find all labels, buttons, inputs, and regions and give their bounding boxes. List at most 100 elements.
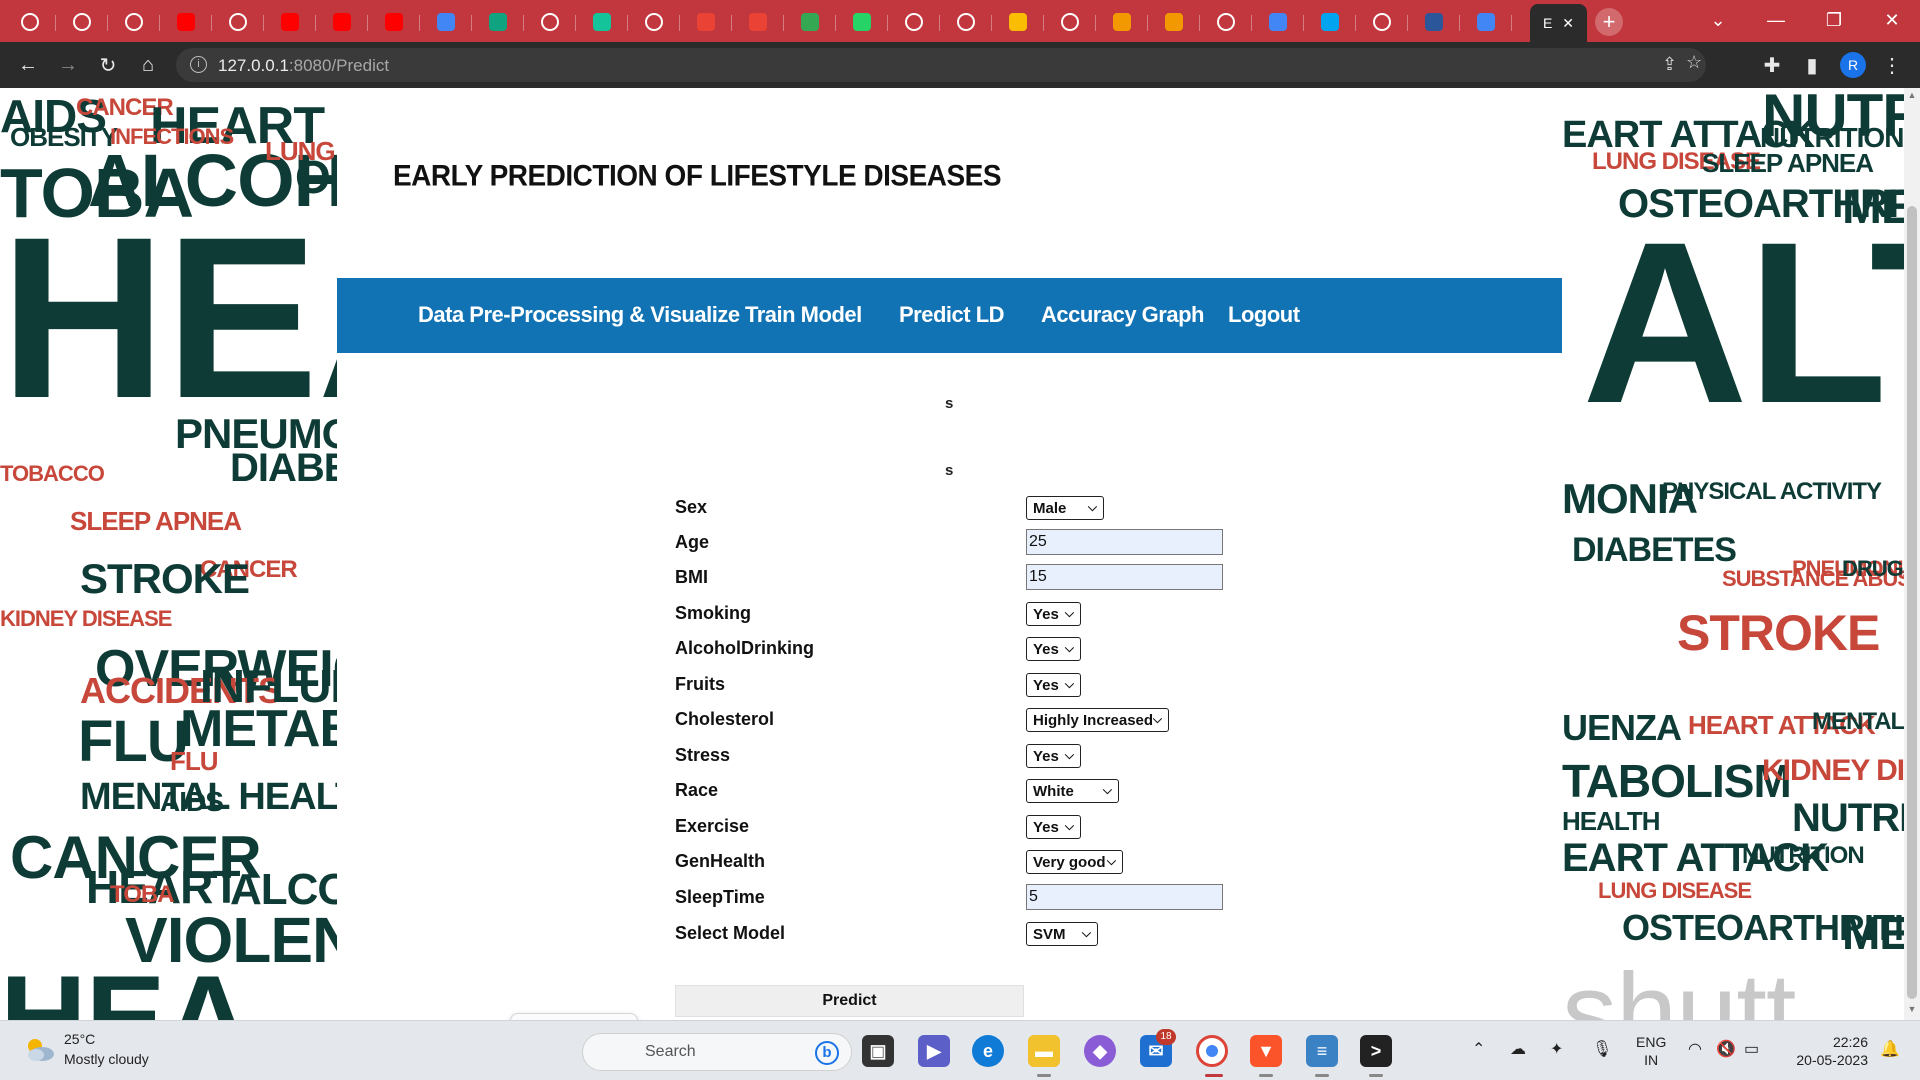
copilot-icon[interactable]: ◆ — [1084, 1035, 1116, 1067]
browser-tab[interactable] — [992, 5, 1044, 39]
race-select[interactable]: White ⌵ — [1026, 779, 1119, 803]
reload-button[interactable]: ↻ — [94, 51, 122, 79]
browser-tab[interactable] — [732, 5, 784, 39]
stress-select[interactable]: Yes ⌵ — [1026, 744, 1081, 768]
microphone-icon[interactable]: 🎙 — [1592, 1039, 1612, 1059]
age-input[interactable]: 25 — [1026, 529, 1223, 555]
tab-search-icon[interactable]: ⌄ — [1690, 0, 1746, 40]
browser-tab[interactable] — [888, 5, 940, 39]
site-info-icon[interactable]: i — [190, 56, 207, 73]
nav-accuracy-graph[interactable]: Accuracy Graph — [1041, 302, 1204, 328]
browser-tab[interactable] — [524, 5, 576, 39]
minimize-button[interactable]: — — [1748, 0, 1804, 40]
browser-tab[interactable] — [1356, 5, 1408, 39]
browser-tab[interactable] — [316, 5, 368, 39]
browser-tab[interactable] — [628, 5, 680, 39]
tray-overflow-icon[interactable]: ⌃ — [1472, 1039, 1485, 1059]
browser-tab[interactable] — [784, 5, 836, 39]
language-indicator[interactable]: ENG IN — [1636, 1033, 1666, 1069]
browser-tab[interactable] — [212, 5, 264, 39]
browser-tab[interactable] — [56, 5, 108, 39]
browser-tab[interactable] — [472, 5, 524, 39]
scroll-down-icon[interactable]: ▼ — [1904, 1004, 1920, 1018]
browser-tab[interactable] — [160, 5, 212, 39]
chrome-tab-icon — [125, 13, 143, 31]
mail-badge: 18 — [1156, 1029, 1176, 1045]
browser-tab[interactable] — [940, 5, 992, 39]
terminal-icon[interactable]: > — [1360, 1035, 1392, 1067]
scroll-up-icon[interactable]: ▲ — [1904, 90, 1920, 104]
browser-tab[interactable] — [4, 5, 56, 39]
browser-tab[interactable] — [1304, 5, 1356, 39]
browser-tab[interactable] — [1252, 5, 1304, 39]
close-window-button[interactable]: ✕ — [1864, 0, 1920, 40]
close-tab-icon[interactable]: ✕ — [1562, 15, 1574, 32]
browser-tab[interactable] — [1044, 5, 1096, 39]
nav-predict-ld[interactable]: Predict LD — [899, 302, 1005, 328]
nav-train-model[interactable]: Train Model — [745, 302, 862, 328]
alcohol-drinking-select[interactable]: Yes ⌵ — [1026, 637, 1081, 661]
system-clock[interactable]: 22:26 20-05-2023 — [1786, 1033, 1868, 1069]
address-bar[interactable]: i 127.0.0.1:8080/Predict ⇪ ☆ — [176, 48, 1706, 82]
nav-data-preprocessing[interactable]: Data Pre-Processing & Visualize — [418, 302, 740, 328]
gen-health-select[interactable]: Very good ⌵ — [1026, 850, 1123, 874]
smoking-select[interactable]: Yes ⌵ — [1026, 602, 1081, 626]
sleep-time-input[interactable]: 5 — [1026, 884, 1223, 910]
edge-icon[interactable]: e — [972, 1035, 1004, 1067]
teams-icon[interactable]: ▶ — [918, 1035, 950, 1067]
browser-tab[interactable] — [1460, 5, 1512, 39]
back-button[interactable]: ← — [14, 51, 42, 79]
notifications-icon[interactable]: 🔔 — [1880, 1039, 1900, 1059]
browser-tab[interactable] — [680, 5, 732, 39]
browser-tab[interactable] — [1408, 5, 1460, 39]
brave-icon[interactable]: ▼ — [1250, 1035, 1282, 1067]
url-text[interactable]: 127.0.0.1:8080/Predict — [218, 56, 389, 76]
profile-avatar[interactable]: R — [1840, 52, 1866, 78]
wifi-icon[interactable]: ◠ — [1688, 1039, 1702, 1059]
bing-icon[interactable]: b — [815, 1041, 839, 1065]
active-tab[interactable]: E ✕ — [1530, 4, 1587, 42]
volume-muted-icon[interactable]: 🔇 — [1716, 1039, 1736, 1059]
notepad-icon[interactable]: ≡ — [1306, 1035, 1338, 1067]
weather-temperature[interactable]: 25°C — [64, 1031, 95, 1047]
page-scrollbar[interactable]: ▲ ▼ — [1904, 88, 1920, 1020]
menu-kebab-icon[interactable]: ⋮ — [1878, 51, 1906, 79]
predict-button[interactable]: Predict — [675, 985, 1024, 1017]
browser-tab[interactable] — [420, 5, 472, 39]
browser-tab[interactable] — [836, 5, 888, 39]
scroll-thumb[interactable] — [1907, 206, 1917, 999]
browser-tab[interactable] — [368, 5, 420, 39]
bmi-input[interactable]: 15 — [1026, 564, 1223, 590]
taskbar-search[interactable]: Search b — [582, 1033, 852, 1071]
forward-button[interactable]: → — [54, 51, 82, 79]
browser-tab[interactable] — [1200, 5, 1252, 39]
side-panel-icon[interactable]: ▮ — [1798, 51, 1826, 79]
onedrive-icon[interactable]: ☁ — [1510, 1039, 1526, 1059]
model-select[interactable]: SVM ⌵ — [1026, 922, 1098, 946]
nav-logout[interactable]: Logout — [1228, 302, 1300, 328]
chrome-icon[interactable] — [1196, 1035, 1228, 1067]
restore-button[interactable]: ❐ — [1806, 0, 1862, 40]
dropbox-icon[interactable]: ✦ — [1550, 1039, 1563, 1059]
weather-condition[interactable]: Mostly cloudy — [64, 1051, 149, 1067]
bookmark-star-icon[interactable]: ☆ — [1686, 52, 1702, 73]
fruits-select[interactable]: Yes ⌵ — [1026, 673, 1081, 697]
label-age: Age — [675, 532, 710, 552]
cholesterol-select[interactable]: Highly Increased ⌵ — [1026, 708, 1169, 732]
battery-icon[interactable]: ▭ — [1744, 1039, 1759, 1059]
browser-tab[interactable] — [1096, 5, 1148, 39]
cloudy-weather-icon[interactable] — [22, 1035, 56, 1063]
browser-tab[interactable] — [1148, 5, 1200, 39]
exercise-select[interactable]: Yes ⌵ — [1026, 815, 1081, 839]
new-tab-button[interactable]: + — [1595, 8, 1623, 36]
browser-tab[interactable] — [264, 5, 316, 39]
status-marker: s — [945, 462, 954, 479]
home-button[interactable]: ⌂ — [134, 51, 162, 79]
browser-tab[interactable] — [108, 5, 160, 39]
extensions-icon[interactable]: ✚ — [1758, 51, 1786, 79]
task-view-icon[interactable]: ▣ — [862, 1035, 894, 1067]
sex-select[interactable]: Male ⌵ — [1026, 496, 1104, 520]
file-explorer-icon[interactable]: ▬ — [1028, 1035, 1060, 1067]
share-icon[interactable]: ⇪ — [1662, 54, 1677, 75]
browser-tab[interactable] — [576, 5, 628, 39]
